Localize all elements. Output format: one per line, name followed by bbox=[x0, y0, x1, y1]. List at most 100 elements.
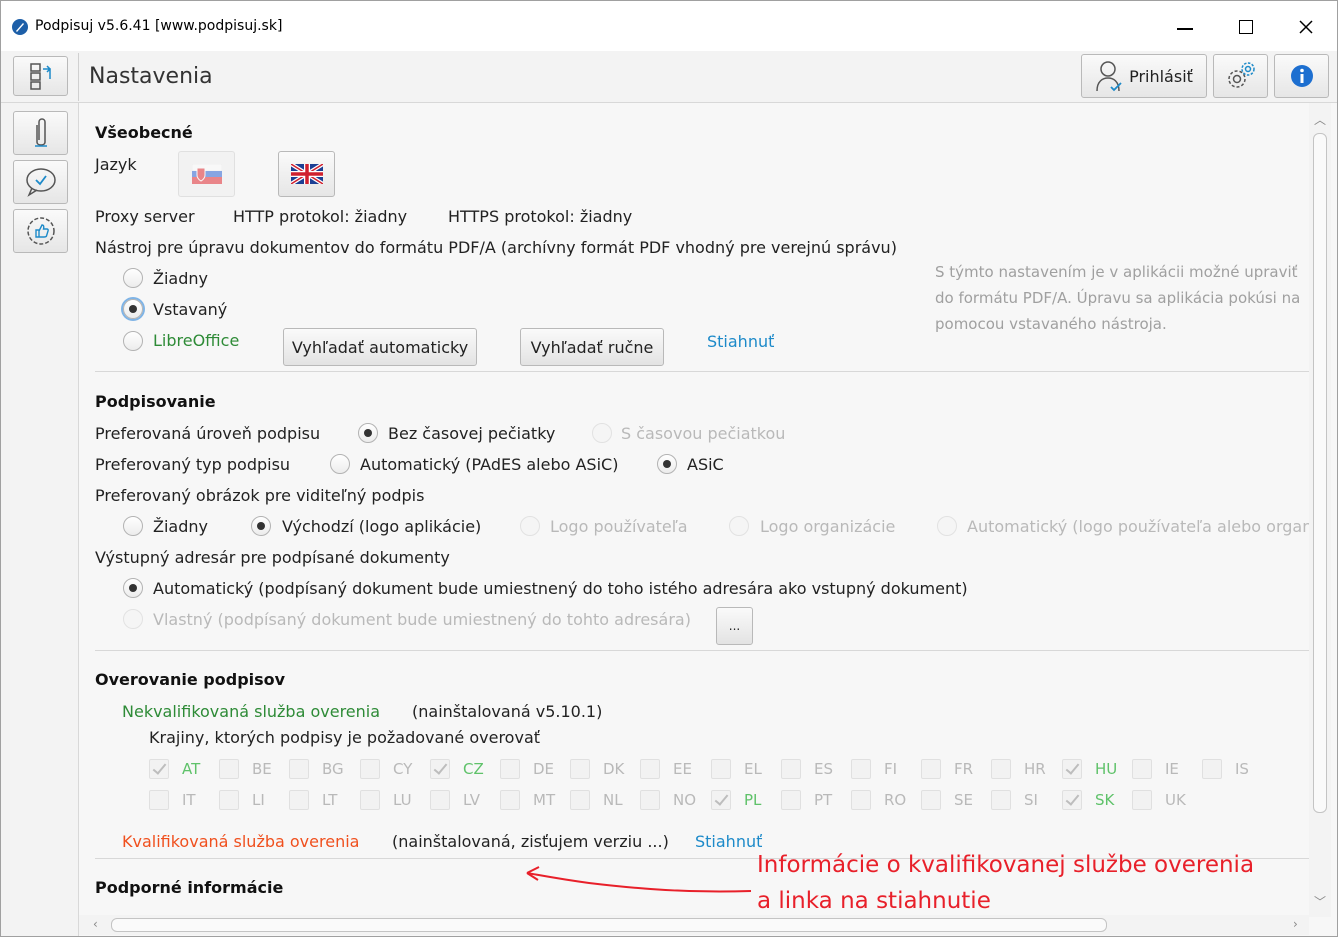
scroll-up-icon[interactable]: ︿ bbox=[1314, 111, 1326, 128]
country-checkbox-at[interactable] bbox=[149, 759, 169, 779]
horizontal-scroll-thumb[interactable] bbox=[111, 918, 1107, 932]
paperclip-icon bbox=[34, 118, 47, 147]
country-checkbox-se[interactable] bbox=[921, 790, 941, 810]
image-user-logo-radio[interactable] bbox=[520, 516, 540, 536]
section-title-support: Podporné informácie bbox=[95, 878, 284, 897]
country-label-hu: HU bbox=[1095, 760, 1118, 778]
country-checkbox-cy[interactable] bbox=[360, 759, 380, 779]
maximize-button[interactable] bbox=[1223, 11, 1269, 43]
close-icon bbox=[1299, 20, 1313, 34]
scroll-down-icon[interactable]: ﹀ bbox=[1314, 893, 1326, 910]
country-checkbox-pl[interactable] bbox=[711, 790, 731, 810]
browse-directory-button[interactable]: ... bbox=[716, 607, 753, 645]
country-checkbox-sk[interactable] bbox=[1062, 790, 1082, 810]
country-checkbox-mt[interactable] bbox=[500, 790, 520, 810]
country-checkbox-lu[interactable] bbox=[360, 790, 380, 810]
section-divider bbox=[95, 371, 1309, 372]
vertical-scrollbar[interactable]: ︿ ﹀ bbox=[1309, 103, 1331, 917]
signature-level-label: Preferovaná úroveň podpisu bbox=[95, 424, 321, 443]
country-checkbox-ie[interactable] bbox=[1132, 759, 1152, 779]
pdfa-option-libreoffice-radio[interactable] bbox=[123, 331, 143, 351]
app-window: Podpisuj v5.6.41 [www.podpisuj.sk] Nasta… bbox=[0, 0, 1338, 937]
image-auto-radio[interactable] bbox=[937, 516, 957, 536]
image-default-radio[interactable] bbox=[251, 516, 271, 536]
output-custom-radio[interactable] bbox=[123, 609, 143, 629]
sidebar-item-verify[interactable] bbox=[13, 160, 68, 204]
signature-type-label: Preferovaný typ podpisu bbox=[95, 455, 291, 474]
country-checkbox-lt[interactable] bbox=[289, 790, 309, 810]
level-timestamp-radio[interactable] bbox=[592, 423, 612, 443]
country-checkbox-uk[interactable] bbox=[1132, 790, 1152, 810]
http-proxy-value: HTTP protokol: žiadny bbox=[233, 207, 408, 226]
info-button[interactable] bbox=[1274, 54, 1329, 98]
country-checkbox-cz[interactable] bbox=[430, 759, 450, 779]
header-separator bbox=[78, 53, 79, 101]
scroll-left-icon[interactable]: ‹ bbox=[93, 917, 98, 931]
image-none-radio[interactable] bbox=[123, 516, 143, 536]
country-checkbox-el[interactable] bbox=[711, 759, 731, 779]
menu-toggle-button[interactable] bbox=[13, 56, 68, 96]
settings-button[interactable] bbox=[1213, 54, 1268, 98]
country-label-ie: IE bbox=[1165, 760, 1179, 778]
maximize-icon bbox=[1239, 20, 1253, 34]
country-checkbox-ro[interactable] bbox=[851, 790, 871, 810]
country-checkbox-fi[interactable] bbox=[851, 759, 871, 779]
country-checkbox-hr[interactable] bbox=[991, 759, 1011, 779]
country-checkbox-no[interactable] bbox=[640, 790, 660, 810]
country-checkbox-hu[interactable] bbox=[1062, 759, 1082, 779]
type-auto-radio[interactable] bbox=[330, 454, 350, 474]
country-checkbox-lv[interactable] bbox=[430, 790, 450, 810]
annotation-arrow-icon bbox=[526, 866, 752, 893]
image-org-logo-radio[interactable] bbox=[729, 516, 749, 536]
header-bar: Nastavenia Prihlásiť bbox=[1, 51, 1337, 103]
pdfa-option-none-label: Žiadny bbox=[153, 269, 208, 288]
country-checkbox-bg[interactable] bbox=[289, 759, 309, 779]
country-checkbox-es[interactable] bbox=[781, 759, 801, 779]
login-button[interactable]: Prihlásiť bbox=[1081, 54, 1207, 98]
country-checkbox-ee[interactable] bbox=[640, 759, 660, 779]
output-auto-radio[interactable] bbox=[123, 578, 143, 598]
sidebar-item-settings[interactable] bbox=[13, 209, 68, 253]
country-checkbox-be[interactable] bbox=[219, 759, 239, 779]
window-title: Podpisuj v5.6.41 [www.podpisuj.sk] bbox=[35, 18, 283, 34]
country-checkbox-is[interactable] bbox=[1202, 759, 1222, 779]
country-label-si: SI bbox=[1024, 791, 1038, 809]
scroll-right-icon[interactable]: › bbox=[1293, 917, 1298, 931]
pdfa-tool-label: Nástroj pre úpravu dokumentov do formátu… bbox=[95, 238, 897, 257]
close-button[interactable] bbox=[1283, 11, 1329, 43]
image-user-logo-label: Logo používateľa bbox=[550, 517, 688, 536]
gear-icon bbox=[1227, 62, 1255, 88]
info-icon bbox=[1290, 65, 1313, 87]
country-label-nl: NL bbox=[603, 791, 623, 809]
search-auto-button[interactable]: Vyhľadať automaticky bbox=[283, 328, 477, 366]
image-auto-label: Automatický (logo používateľa alebo orga… bbox=[967, 517, 1309, 536]
country-checkbox-fr[interactable] bbox=[921, 759, 941, 779]
language-slovak-button[interactable] bbox=[178, 151, 235, 197]
country-label-mt: MT bbox=[533, 791, 556, 809]
country-checkbox-nl[interactable] bbox=[570, 790, 590, 810]
vertical-scroll-thumb[interactable] bbox=[1313, 133, 1327, 813]
libreoffice-download-link[interactable]: Stiahnuť bbox=[707, 332, 774, 351]
type-asic-radio[interactable] bbox=[657, 454, 677, 474]
pdfa-option-none-radio[interactable] bbox=[123, 268, 143, 288]
menu-toggle-icon bbox=[29, 63, 51, 90]
country-checkbox-de[interactable] bbox=[500, 759, 520, 779]
image-default-label: Východzí (logo aplikácie) bbox=[282, 517, 482, 536]
country-checkbox-pt[interactable] bbox=[781, 790, 801, 810]
country-checkbox-dk[interactable] bbox=[570, 759, 590, 779]
language-english-button[interactable] bbox=[278, 151, 335, 197]
country-checkbox-li[interactable] bbox=[219, 790, 239, 810]
sidebar-item-sign[interactable] bbox=[13, 111, 68, 155]
qualified-service-status: (nainštalovaná, zisťujem verziu ...) bbox=[392, 832, 669, 851]
pdfa-option-builtin-radio[interactable] bbox=[123, 299, 143, 319]
unqualified-service-status: (nainštalovaná v5.10.1) bbox=[412, 702, 603, 721]
country-checkbox-it[interactable] bbox=[149, 790, 169, 810]
minimize-button[interactable] bbox=[1162, 11, 1208, 43]
uk-flag-icon bbox=[290, 164, 323, 184]
search-manual-button[interactable]: Vyhľadať ručne bbox=[520, 328, 664, 366]
qualified-service-download-link[interactable]: Stiahnuť bbox=[695, 832, 762, 851]
country-label-lu: LU bbox=[393, 791, 412, 809]
level-no-timestamp-radio[interactable] bbox=[358, 423, 378, 443]
country-checkbox-si[interactable] bbox=[991, 790, 1011, 810]
country-label-ro: RO bbox=[884, 791, 907, 809]
